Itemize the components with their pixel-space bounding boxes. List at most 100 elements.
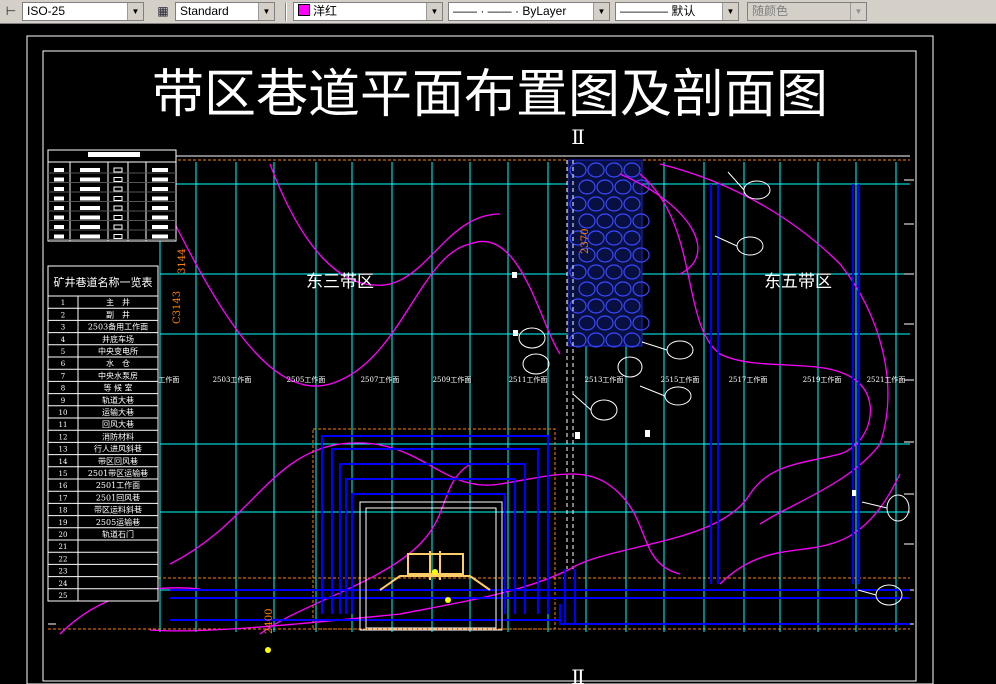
roadway-row-number: 14: [59, 458, 68, 466]
drawing-title: 带区巷道平面布置图及剖面图: [152, 65, 828, 125]
contour-line: [259, 463, 471, 635]
roadway-row-number: 2: [61, 311, 65, 319]
legend-text: [80, 234, 100, 239]
contour-lines: [59, 163, 901, 635]
survey-point: [513, 330, 518, 336]
color-dropdown[interactable]: 洋红 ▼: [293, 2, 443, 21]
chevron-down-icon: ▼: [722, 3, 738, 20]
roadway-row-number: 7: [61, 372, 65, 380]
legend-text: [80, 225, 100, 229]
roadway-row-number: 4: [61, 336, 66, 344]
roadway-row-number: 5: [61, 348, 65, 356]
chevron-down-icon: ▼: [850, 3, 866, 20]
legend-text: [80, 177, 100, 182]
legend-text: [80, 187, 100, 191]
table-style-dropdown[interactable]: Standard ▼: [175, 2, 275, 21]
roadway-row-name: 中央变电所: [98, 346, 138, 356]
callout-bubble: [617, 356, 643, 378]
roadway-row-number: 17: [59, 494, 68, 502]
legend-text: [80, 215, 100, 220]
legend-text: [152, 234, 168, 239]
roadway-row-number: 21: [59, 543, 68, 551]
roadway-row-number: 1: [61, 299, 65, 307]
section-label: 2503工作面: [213, 375, 252, 384]
legend-text: [80, 206, 100, 210]
dimension-style-value: ISO-25: [27, 4, 66, 18]
roadway-row-name: 等 候 室: [103, 383, 132, 393]
roadway: [564, 569, 576, 624]
section-label: 2511工作面: [509, 375, 548, 384]
roadway-row-number: 20: [59, 531, 68, 539]
callout-bubble: [518, 327, 546, 349]
zone-label-west: 东三带区: [306, 272, 374, 292]
legend-symbol: [54, 225, 64, 229]
roadway-row-name: 2501回风巷: [96, 493, 140, 502]
roadway-row-name: 2501带区运输巷: [88, 468, 148, 478]
legend-symbol: [54, 168, 64, 172]
dimension-style-dropdown[interactable]: ISO-25 ▼: [22, 2, 144, 21]
plotstyle-value: 随颜色: [752, 4, 789, 18]
roadway: [345, 478, 516, 614]
inner-frame: [42, 50, 917, 682]
roadway-row-name: 2503备用工作面: [88, 322, 148, 332]
callout-bubble: [875, 584, 903, 606]
roadway-row-name: 副 井: [106, 309, 130, 319]
roadway-row-number: 10: [59, 409, 68, 417]
legend-text: [80, 196, 100, 201]
callout-leader: [572, 393, 592, 411]
color-swatch: [298, 4, 310, 16]
legend-text: [80, 168, 100, 172]
legend-symbol: [54, 177, 64, 182]
roadway-row-name: 2501工作面: [96, 480, 140, 490]
section-mark-bottom: Ⅱ: [571, 665, 585, 684]
callout-bubble: [886, 494, 910, 522]
legend-text: [152, 177, 168, 182]
legend-text: [152, 206, 168, 210]
roadway-row-name: 回风大巷: [102, 419, 134, 429]
contour-label: 3144: [177, 249, 188, 274]
callout-bubble: [664, 386, 692, 406]
roadway-row-number: 3: [61, 324, 65, 332]
contour-line: [719, 473, 901, 585]
chevron-down-icon: ▼: [593, 3, 609, 20]
outer-frame: [26, 35, 934, 684]
shaft-marker: [445, 597, 451, 603]
roadway-row-number: 13: [59, 446, 68, 454]
legend-text: [152, 215, 168, 220]
section-label: 2521工作面: [867, 375, 906, 384]
shaft-marker: [265, 647, 271, 653]
survey-point: [645, 430, 650, 437]
roadway-row-name: 带区运料斜巷: [94, 505, 142, 515]
roadway-row-number: 23: [59, 568, 68, 576]
callout-leader: [727, 171, 745, 191]
callout-bubble: [522, 353, 550, 375]
legend-symbol: [54, 196, 64, 201]
roadway-name-table: 矿井巷道名称一览表 1 主 井 2 副 井 3 2503备用工作面 4 井底车场 5 中央变电所 6…: [47, 265, 159, 602]
callout-bubble: [666, 340, 694, 360]
callout-leader: [641, 341, 668, 351]
roadway-row-number: 6: [61, 360, 66, 368]
properties-toolbar: ⊢ ISO-25 ▼ ▦ Standard ▼ 洋红 ▼ —— · —— · B…: [0, 0, 996, 24]
lineweight-value: ———— 默认: [620, 4, 696, 18]
section-label: 2517工作面: [729, 375, 768, 384]
survey-point: [575, 432, 580, 439]
section-label: 2507工作面: [361, 375, 400, 384]
roadway-row-name: 轨道石门: [102, 529, 134, 539]
section-label: 2505工作面: [287, 375, 326, 384]
toolbar-separator: [285, 3, 287, 21]
dimension-style-icon[interactable]: ⊢: [2, 2, 20, 20]
table-style-icon[interactable]: ▦: [154, 2, 172, 20]
drawing-canvas[interactable]: 带区巷道平面布置图及剖面图 Ⅱ Ⅱ 2501工作面 2503工作面 2505工作…: [0, 24, 996, 684]
roadway-row-number: 12: [59, 433, 68, 441]
symbol-legend-table: [47, 149, 177, 242]
chevron-down-icon: ▼: [127, 3, 143, 20]
roadway-row-name: 带区回风巷: [98, 457, 138, 466]
roadway-row-number: 16: [59, 482, 68, 490]
chevron-down-icon: ▼: [258, 3, 274, 20]
roadway-row-name: 行人进风斜巷: [94, 444, 142, 454]
roadway-row-number: 19: [59, 519, 68, 527]
lineweight-dropdown[interactable]: ———— 默认 ▼: [615, 2, 739, 21]
legend-title-bar: [88, 152, 140, 157]
roadway-row-number: 22: [59, 555, 68, 563]
linetype-dropdown[interactable]: —— · —— · ByLayer ▼: [448, 2, 610, 21]
